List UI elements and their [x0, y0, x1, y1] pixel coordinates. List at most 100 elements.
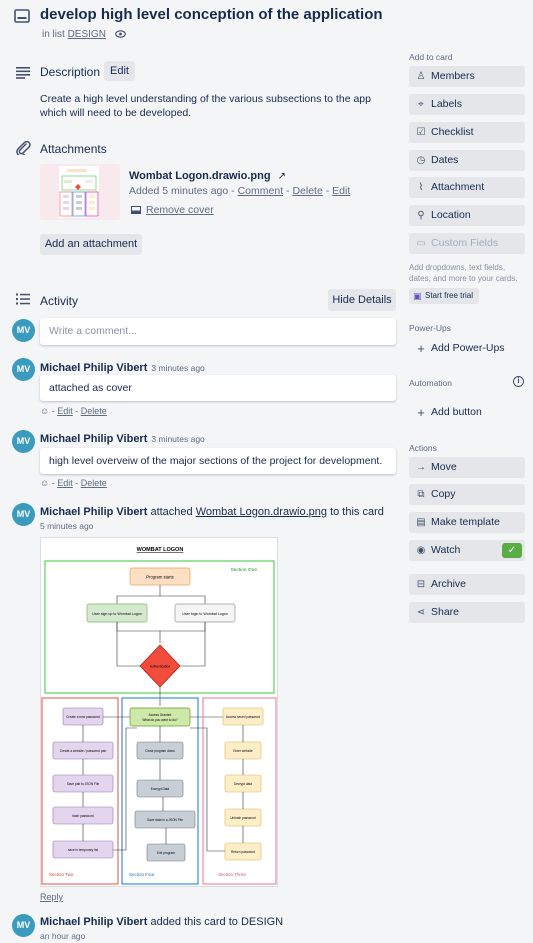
- section-four-label: Section Four: [129, 872, 155, 877]
- clock-icon: ◷: [416, 155, 426, 166]
- reply-link[interactable]: Reply: [40, 892, 63, 902]
- location-button[interactable]: ⚲ Location: [409, 205, 525, 226]
- remove-cover-label[interactable]: Remove cover: [146, 204, 214, 216]
- archive-button[interactable]: ⊟ Archive: [409, 574, 525, 595]
- attachment-file-name[interactable]: Wombat Logon.drawio.png ↗: [129, 170, 286, 182]
- start-trial-button[interactable]: ▣ Start free trial: [409, 288, 479, 304]
- node-close-program: Close program down: [145, 749, 175, 753]
- avatar[interactable]: MV: [12, 430, 35, 453]
- comment-header: Michael Philip Vibert 3 minutes ago: [40, 433, 205, 445]
- list-link[interactable]: DESIGN: [68, 29, 106, 40]
- make-template-label: Make template: [431, 516, 500, 528]
- checklist-button[interactable]: ☑ Checklist: [409, 122, 525, 143]
- avatar[interactable]: MV: [12, 358, 35, 381]
- info-icon[interactable]: i: [513, 376, 524, 387]
- emoji-reaction-icon[interactable]: ☺: [40, 406, 49, 416]
- paperclip-icon: [16, 141, 31, 155]
- attachment-preview-image[interactable]: WOMBAT LOGON Section One Program starts …: [40, 537, 278, 887]
- avatar[interactable]: MV: [12, 914, 35, 937]
- node-website-pair: Create a website / password pair: [60, 749, 107, 753]
- event-time[interactable]: an hour ago: [40, 931, 85, 941]
- share-label: Share: [431, 606, 460, 618]
- comment-time[interactable]: 3 minutes ago: [151, 434, 204, 444]
- eye-icon: ◉: [416, 545, 426, 556]
- section-three-label: Section Three: [218, 872, 246, 877]
- cover-icon: [131, 206, 141, 215]
- comment-header: Michael Philip Vibert 3 minutes ago: [40, 362, 205, 374]
- card-title[interactable]: develop high level conception of the app…: [40, 6, 383, 23]
- comment-input[interactable]: Write a comment...: [40, 318, 396, 345]
- labels-label: Labels: [431, 98, 462, 110]
- node-log-in: User login to Wombat Logon: [182, 612, 227, 616]
- attachment-delete-link[interactable]: Delete: [292, 185, 322, 197]
- avatar[interactable]: MV: [12, 319, 35, 342]
- attachment-button[interactable]: ⌇ Attachment: [409, 177, 525, 198]
- power-ups-heading: Power-Ups: [409, 323, 452, 333]
- dates-button[interactable]: ◷ Dates: [409, 150, 525, 171]
- description-heading: Description: [40, 65, 101, 79]
- hide-details-button[interactable]: Hide Details: [328, 289, 396, 311]
- add-power-ups-button[interactable]: + Add Power-Ups: [409, 338, 525, 359]
- copy-label: Copy: [431, 488, 456, 500]
- comment-text: attached as cover: [40, 375, 396, 401]
- share-button[interactable]: ⋖ Share: [409, 602, 525, 623]
- copy-button[interactable]: ⧉ Copy: [409, 484, 525, 505]
- watch-button[interactable]: ◉ Watch ✓: [409, 540, 525, 561]
- in-list-prefix: in list: [42, 29, 65, 40]
- template-icon: ▤: [416, 517, 426, 528]
- event-text: added this card to DESIGN: [150, 916, 284, 928]
- node-save-pair: Save pair to JSON File: [67, 782, 100, 786]
- checklist-icon: ☑: [416, 127, 426, 138]
- attachment-file-name-text[interactable]: Wombat Logon.drawio.png: [129, 170, 271, 182]
- event-attachment-link[interactable]: Wombat Logon.drawio.png: [196, 506, 327, 518]
- archive-label: Archive: [431, 578, 467, 590]
- attachment-edit-link[interactable]: Edit: [332, 185, 350, 197]
- start-trial-label: Start free trial: [425, 291, 474, 300]
- share-icon: ⋖: [416, 607, 426, 618]
- custom-fields-button[interactable]: ▭ Custom Fields: [409, 233, 525, 254]
- node-enter-website: Enter website: [233, 749, 253, 753]
- tag-icon: ⌖: [418, 99, 424, 110]
- event-author[interactable]: Michael Philip Vibert: [40, 506, 147, 518]
- external-link-icon[interactable]: ↗: [278, 171, 286, 182]
- attach-event-line: Michael Philip Vibert attached Wombat Lo…: [40, 506, 384, 518]
- event-author[interactable]: Michael Philip Vibert: [40, 916, 147, 928]
- node-access-granted: Access Granted: [149, 713, 172, 717]
- comment-author[interactable]: Michael Philip Vibert: [40, 362, 147, 374]
- node-save-temp: save in temporary list: [68, 848, 98, 852]
- node-sign-up: User sign up to Wombat Logon: [92, 612, 141, 616]
- members-button[interactable]: ♙ Members: [409, 66, 525, 87]
- comment-author[interactable]: Michael Philip Vibert: [40, 433, 147, 445]
- comment-time[interactable]: 3 minutes ago: [151, 363, 204, 373]
- remove-cover-link[interactable]: Remove cover: [131, 204, 214, 216]
- add-event-line: Michael Philip Vibert added this card to…: [40, 916, 283, 928]
- add-attachment-button[interactable]: Add an attachment: [40, 234, 142, 255]
- actions-heading: Actions: [409, 443, 437, 453]
- emoji-reaction-icon[interactable]: ☺: [40, 478, 49, 488]
- move-button[interactable]: → Move: [409, 457, 525, 478]
- watch-label: Watch: [431, 544, 461, 556]
- comment-delete-link[interactable]: Delete: [81, 478, 107, 488]
- eye-icon: [114, 30, 126, 39]
- labels-button[interactable]: ⌖ Labels: [409, 94, 525, 115]
- comment-edit-link[interactable]: Edit: [57, 406, 73, 416]
- description-edit-button[interactable]: Edit: [104, 61, 135, 81]
- add-button-button[interactable]: + Add button: [409, 402, 525, 423]
- comment-edit-link[interactable]: Edit: [57, 478, 73, 488]
- add-power-ups-label: Add Power-Ups: [431, 342, 505, 354]
- make-template-button[interactable]: ▤ Make template: [409, 512, 525, 533]
- custom-fields-label: Custom Fields: [431, 237, 499, 249]
- node-decrypt: Decrypt data: [234, 782, 252, 786]
- description-text[interactable]: Create a high level understanding of the…: [40, 92, 390, 120]
- activity-heading: Activity: [40, 294, 79, 308]
- node-create-password: Create a new password: [66, 715, 100, 719]
- node-program-starts: Program starts: [146, 575, 173, 580]
- comment-actions: ☺ - Edit - Delete: [40, 478, 107, 488]
- event-time[interactable]: 5 minutes ago: [40, 521, 93, 531]
- attachment-meta: Added 5 minutes ago - Comment - Delete -…: [129, 185, 351, 197]
- comment-delete-link[interactable]: Delete: [81, 406, 107, 416]
- attachment-thumbnail[interactable]: [40, 164, 120, 220]
- attachment-comment-link[interactable]: Comment: [238, 185, 284, 197]
- avatar[interactable]: MV: [12, 503, 35, 526]
- event-verb: attached: [150, 506, 193, 518]
